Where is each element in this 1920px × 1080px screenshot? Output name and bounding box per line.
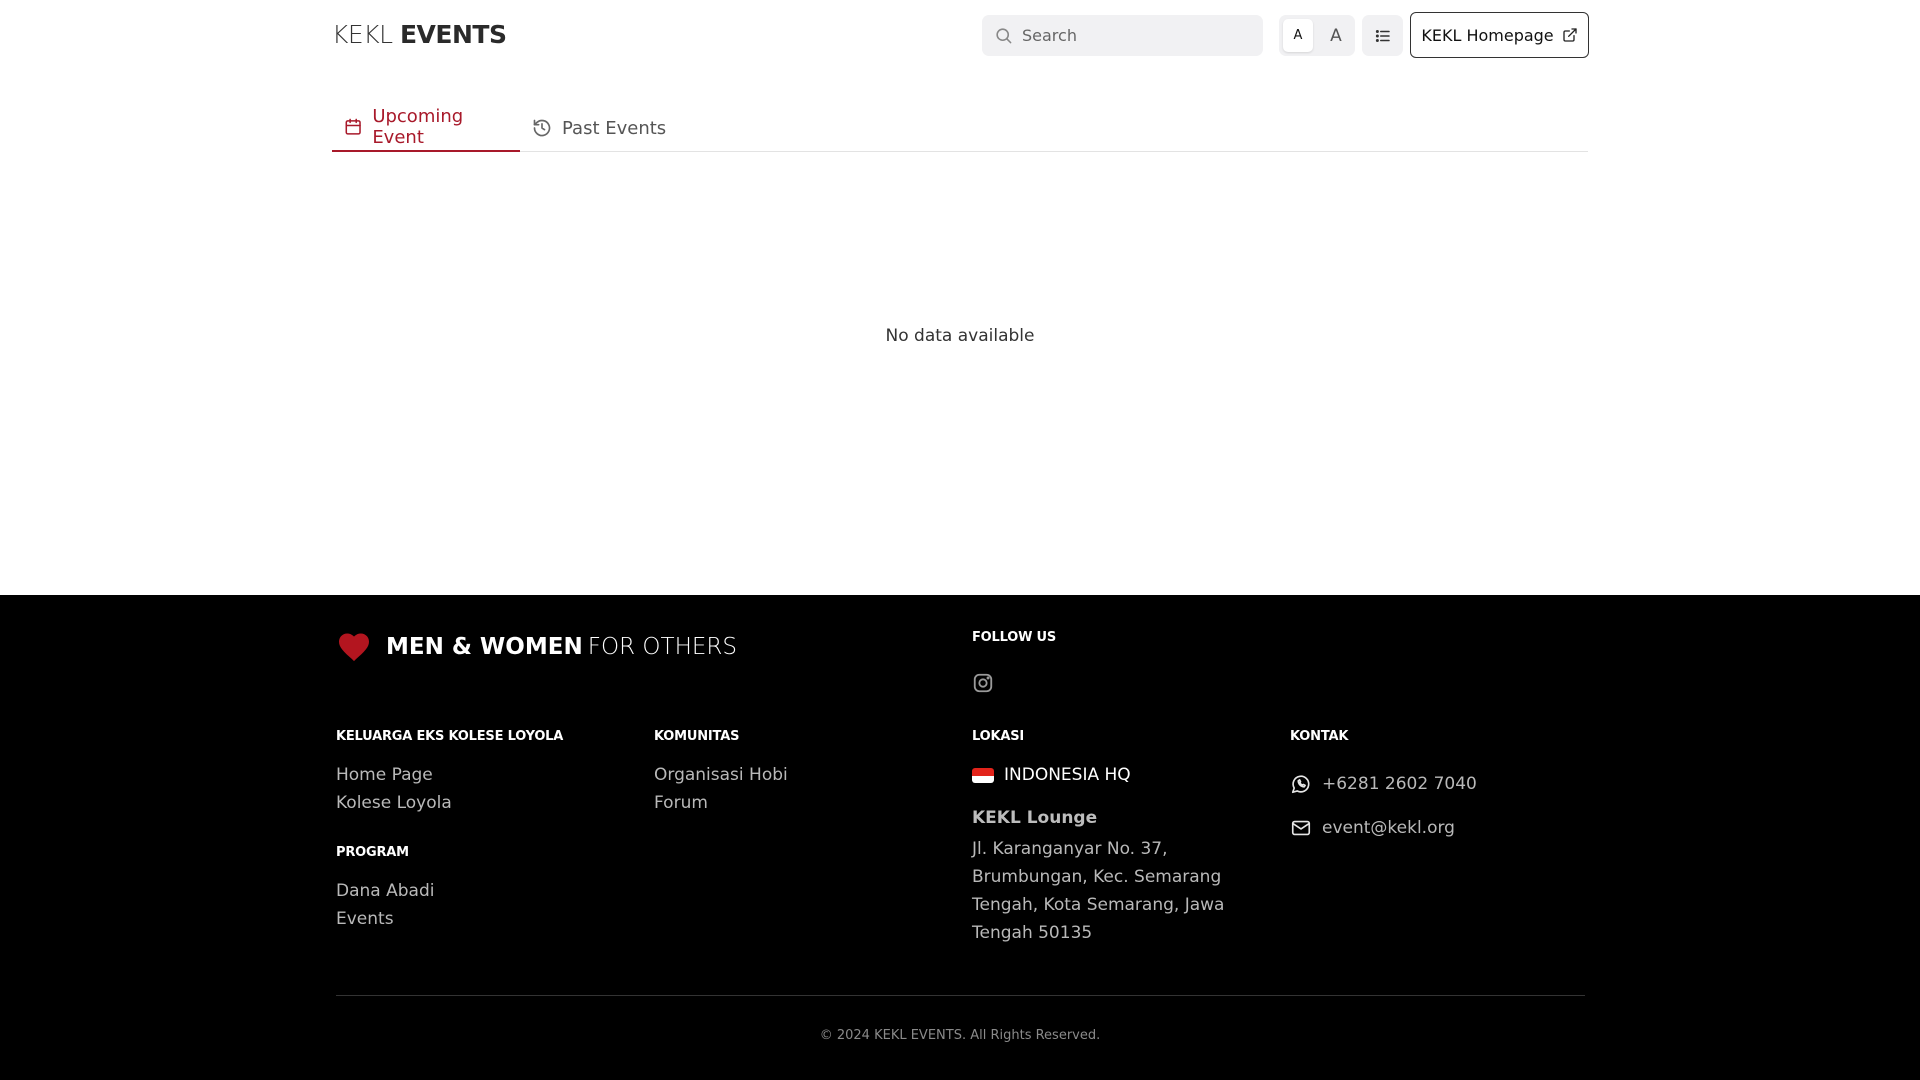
site-logo[interactable]: KEKL EVENTS <box>332 20 507 49</box>
font-size-toggle: A A <box>1279 15 1355 56</box>
calendar-icon <box>345 118 361 135</box>
footer-brand: MEN & WOMEN FOR OTHERS <box>336 629 737 665</box>
search-input[interactable] <box>1022 26 1242 45</box>
event-tabs: Upcoming Event Past Events <box>332 104 1588 152</box>
contact-phone-text: +6281 2602 7040 <box>1322 774 1477 794</box>
footer-divider <box>336 995 1585 996</box>
empty-state-message: No data available <box>885 326 1035 346</box>
mail-icon <box>1291 820 1311 836</box>
tab-upcoming-event[interactable]: Upcoming Event <box>332 104 520 152</box>
komunitas-heading: KOMUNITAS <box>654 729 740 744</box>
brand-text-strong: MEN & WOMEN <box>386 634 583 660</box>
kekl-heading: KELUARGA EKS KOLESE LOYOLA <box>336 729 564 744</box>
kekl-homepage-label: KEKL Homepage <box>1421 25 1554 45</box>
venue-address: Jl. Karanganyar No. 37, Brumbungan, Kec.… <box>972 839 1225 943</box>
logo-text-bold: EVENTS <box>399 20 507 49</box>
lokasi-heading: LOKASI <box>972 729 1025 744</box>
tab-past-events[interactable]: Past Events <box>520 104 678 152</box>
external-link-icon <box>1562 28 1577 42</box>
footer-link-home-page[interactable]: Home Page <box>336 765 433 785</box>
logo-text-light: KEKL <box>332 20 393 49</box>
contact-email-text: event@kekl.org <box>1322 818 1455 838</box>
hq-label: INDONESIA HQ <box>1004 765 1131 785</box>
footer-link-events[interactable]: Events <box>336 909 394 929</box>
footer-link-organisasi-hobi[interactable]: Organisasi Hobi <box>654 765 788 785</box>
brand-text-weak: FOR OTHERS <box>587 634 737 660</box>
search-icon <box>996 28 1012 44</box>
font-size-large-button[interactable]: A <box>1321 19 1351 52</box>
instagram-icon[interactable] <box>972 672 994 694</box>
whatsapp-icon <box>1291 775 1310 794</box>
venue-name: KEKL Lounge <box>972 808 1098 828</box>
top-header: KEKL EVENTS A A KEKL Homepage <box>0 0 1920 70</box>
program-heading: PROGRAM <box>336 845 409 860</box>
footer-link-kolese-loyola[interactable]: Kolese Loyola <box>336 793 452 813</box>
site-footer: MEN & WOMEN FOR OTHERS FOLLOW US KELUARG… <box>0 595 1920 1080</box>
tab-upcoming-event-label: Upcoming Event <box>372 106 464 148</box>
list-icon <box>1375 29 1390 42</box>
search-box[interactable] <box>982 15 1263 56</box>
contact-email[interactable]: event@kekl.org <box>1290 817 1455 839</box>
indonesia-flag-icon <box>972 768 994 783</box>
kekl-homepage-button[interactable]: KEKL Homepage <box>1410 12 1589 58</box>
tab-past-events-label: Past Events <box>562 117 667 139</box>
follow-us-heading: FOLLOW US <box>972 630 1057 645</box>
heart-icon <box>339 633 369 662</box>
font-size-small-button[interactable]: A <box>1283 19 1313 52</box>
list-view-button[interactable] <box>1362 15 1403 56</box>
copyright-text: © 2024 KEKL EVENTS. All Rights Reserved. <box>819 1028 1101 1043</box>
footer-link-dana-abadi[interactable]: Dana Abadi <box>336 881 434 901</box>
contact-phone[interactable]: +6281 2602 7040 <box>1290 773 1477 795</box>
footer-link-forum[interactable]: Forum <box>654 793 708 813</box>
kontak-heading: KONTAK <box>1290 729 1349 744</box>
history-icon <box>533 119 551 137</box>
